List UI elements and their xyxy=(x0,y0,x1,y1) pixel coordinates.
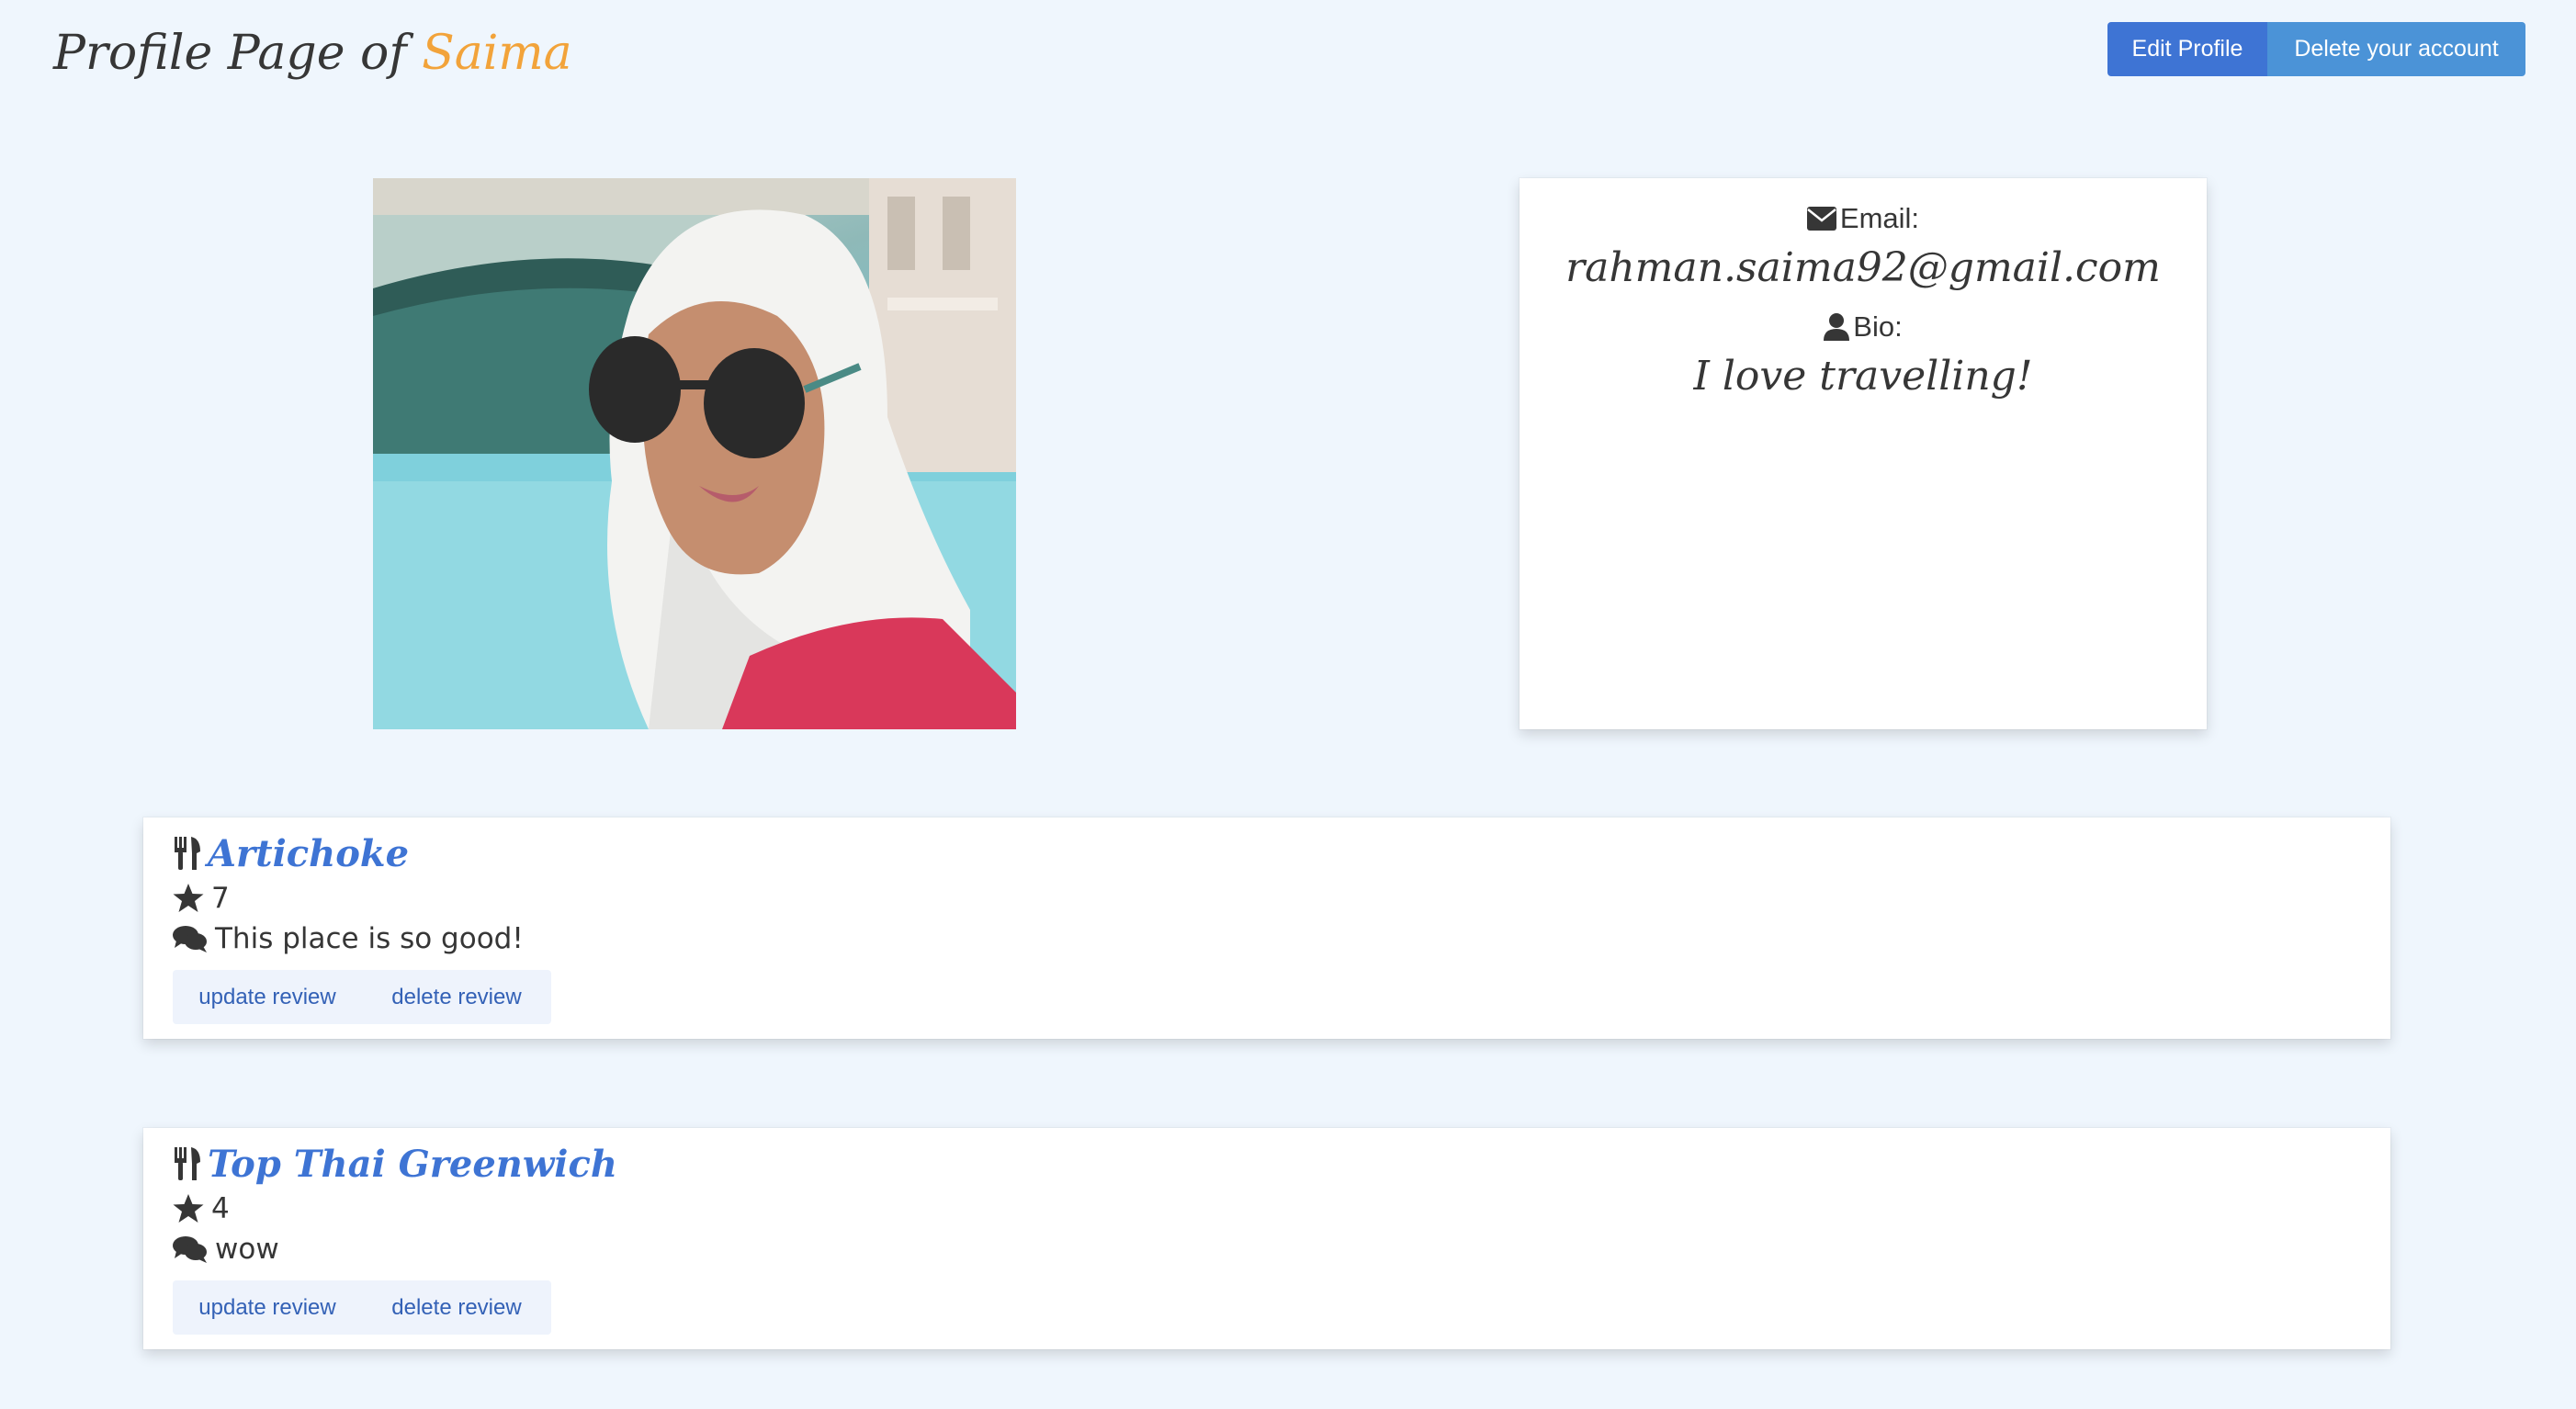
review-actions: update review delete review xyxy=(173,1280,551,1335)
user-icon xyxy=(1824,313,1850,341)
profile-photo-illustration xyxy=(373,178,1016,729)
star-icon xyxy=(173,1194,204,1223)
email-label: Email: xyxy=(1839,202,1920,234)
review-comment-row: This place is so good! xyxy=(173,919,524,959)
review-actions: update review delete review xyxy=(173,970,551,1024)
delete-account-button[interactable]: Delete your account xyxy=(2267,22,2525,76)
bio-label-row: Bio: xyxy=(1520,307,2207,347)
delete-review-button[interactable]: delete review xyxy=(362,970,551,1024)
profile-photo xyxy=(373,178,1016,729)
utensils-icon xyxy=(175,837,200,870)
review-comment: This place is so good! xyxy=(215,922,524,955)
delete-review-button[interactable]: delete review xyxy=(362,1280,551,1335)
envelope-icon xyxy=(1806,207,1836,231)
review-title-row: Top Thai Greenwich xyxy=(173,1139,617,1189)
review-rating-row: 4 xyxy=(173,1189,230,1229)
edit-profile-button[interactable]: Edit Profile xyxy=(2107,22,2267,76)
page-title-username: Saima xyxy=(422,26,572,81)
page-title-prefix: Profile Page of xyxy=(53,26,407,81)
review-card: Top Thai Greenwich 4 wow update review d… xyxy=(143,1128,2390,1349)
update-review-button[interactable]: update review xyxy=(173,970,362,1024)
page-title: Profile Page of Saima xyxy=(53,20,572,86)
review-rating: 4 xyxy=(211,1192,230,1225)
email-label-row: Email: xyxy=(1520,198,2207,239)
review-title-row: Artichoke xyxy=(173,828,409,878)
utensils-icon xyxy=(175,1147,200,1180)
review-comment: wow xyxy=(215,1233,279,1266)
comments-icon xyxy=(173,926,207,952)
review-rating: 7 xyxy=(211,882,230,915)
profile-info-card: Email: rahman.saima92@gmail.com Bio: I l… xyxy=(1520,178,2207,729)
review-card: Artichoke 7 This place is so good! updat… xyxy=(143,817,2390,1039)
update-review-button[interactable]: update review xyxy=(173,1280,362,1335)
comments-icon xyxy=(173,1236,207,1263)
email-value: rahman.saima92@gmail.com xyxy=(1565,244,2161,291)
restaurant-link[interactable]: Top Thai Greenwich xyxy=(208,1143,617,1186)
review-comment-row: wow xyxy=(173,1229,279,1269)
restaurant-link[interactable]: Artichoke xyxy=(208,832,409,875)
profile-actions: Edit Profile Delete your account xyxy=(2107,22,2525,76)
bio-label: Bio: xyxy=(1853,310,1903,343)
bio-value: I love travelling! xyxy=(1693,353,2033,400)
review-rating-row: 7 xyxy=(173,878,230,919)
star-icon xyxy=(173,884,204,912)
